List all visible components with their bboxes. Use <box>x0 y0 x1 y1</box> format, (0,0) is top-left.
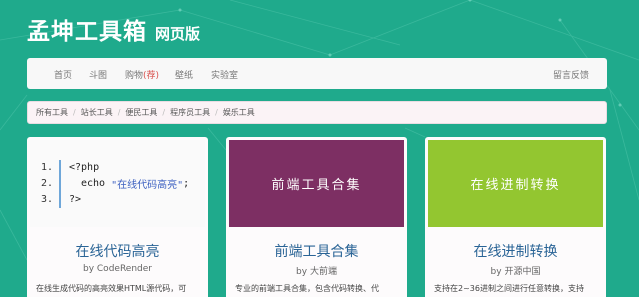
card-title[interactable]: 前端工具合集 <box>226 241 407 261</box>
nav-item-lab[interactable]: 实验室 <box>211 68 238 81</box>
code-text: ; <box>183 178 190 189</box>
breadcrumb-separator: / <box>162 108 166 117</box>
code-line: 2. echo "在线代码高亮"; <box>41 175 190 192</box>
code-text: echo <box>81 178 112 189</box>
banner-text: 在线进制转换 <box>470 178 561 193</box>
breadcrumb-separator: / <box>117 108 121 117</box>
nav-item-doutu[interactable]: 斗图 <box>89 68 107 81</box>
category-programmer-tools[interactable]: 程序员工具 <box>170 107 210 118</box>
top-navbar: 首页 斗图 购物(荐) 壁纸 实验室 留言反馈 <box>27 58 607 89</box>
category-webmaster-tools[interactable]: 站长工具 <box>81 107 113 118</box>
gutter-bar <box>59 159 61 176</box>
category-all-tools[interactable]: 所有工具 <box>36 107 68 118</box>
code-text: <?php <box>69 162 100 173</box>
site-header: 孟坤工具箱 网页版 <box>27 12 200 46</box>
card-description: 在线生成代码的高亮效果HTML源代码，可 <box>36 284 187 293</box>
line-number: 1. <box>41 162 54 173</box>
card-banner: 前端工具合集 <box>229 140 404 227</box>
gutter-bar <box>59 175 61 192</box>
card-author: by CodeRender <box>83 264 152 274</box>
tool-card-base-converter[interactable]: 在线进制转换 在线进制转换 by 开源中国 支持在2~36进制之间进行任意转换，… <box>425 137 606 297</box>
category-breadcrumb: 所有工具 / 站长工具 / 便民工具 / 程序员工具 / 娱乐工具 <box>27 101 607 124</box>
code-string: "在线代码高亮" <box>111 180 184 191</box>
category-convenience-tools[interactable]: 便民工具 <box>125 107 157 118</box>
site-title[interactable]: 孟坤工具箱 <box>27 12 147 46</box>
card-banner: 在线进制转换 <box>428 140 603 227</box>
card-title[interactable]: 在线代码高亮 <box>27 241 208 261</box>
line-number: 2. <box>41 178 54 189</box>
site-subtitle: 网页版 <box>155 25 201 43</box>
category-fun-tools[interactable]: 娱乐工具 <box>223 107 255 118</box>
banner-text: 前端工具合集 <box>271 178 362 193</box>
breadcrumb-separator: / <box>73 108 76 117</box>
card-description: 专业的前端工具合集，包含代码转换、代 <box>235 284 379 293</box>
code-line: 1. <?php <box>41 159 189 176</box>
card-author: by 开源中国 <box>490 267 541 277</box>
nav-item-shopping[interactable]: 购物(荐) <box>125 68 159 81</box>
nav-item-shopping-label: 购物 <box>125 71 144 81</box>
tool-card-frontend-tools[interactable]: 前端工具合集 前端工具合集 by 大前端 专业的前端工具合集，包含代码转换、代 <box>226 137 407 297</box>
gutter-bar <box>59 191 61 208</box>
nav-item-wallpaper[interactable]: 壁纸 <box>175 68 193 81</box>
tool-card-code-highlight[interactable]: 1. <?php 2. echo "在线代码高亮"; 3. ?> 在线代码高亮 … <box>27 137 208 297</box>
recommend-badge: (荐) <box>143 71 160 81</box>
code-preview: 1. <?php 2. echo "在线代码高亮"; 3. ?> <box>30 140 205 227</box>
code-text: ?> <box>69 194 82 205</box>
breadcrumb-separator: / <box>215 108 218 117</box>
card-author: by 大前端 <box>296 267 337 277</box>
nav-item-home[interactable]: 首页 <box>54 68 72 81</box>
card-description: 支持在2~36进制之间进行任意转换，支持 <box>434 284 584 293</box>
code-line: 3. ?> <box>41 191 189 208</box>
code-block: 1. <?php 2. echo "在线代码高亮"; 3. ?> <box>41 159 190 208</box>
line-number: 3. <box>41 194 54 205</box>
card-title[interactable]: 在线进制转换 <box>425 241 606 261</box>
nav-item-feedback[interactable]: 留言反馈 <box>553 68 589 81</box>
